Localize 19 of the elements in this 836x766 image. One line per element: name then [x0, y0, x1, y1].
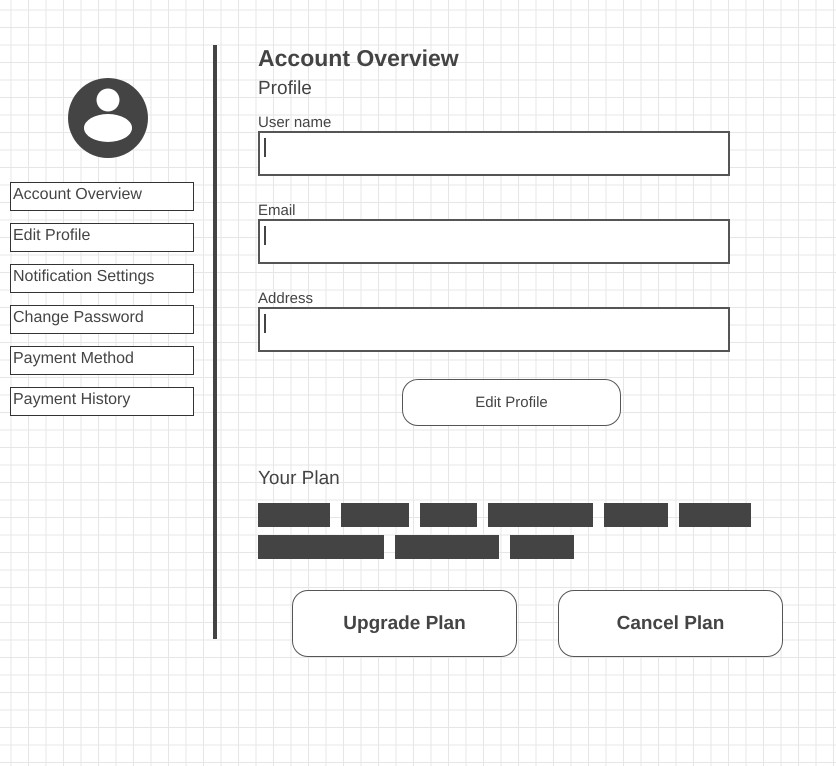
sidebar-item[interactable]: Edit Profile — [10, 223, 194, 252]
field-label: Email — [258, 202, 296, 219]
page-title: Account Overview — [258, 44, 460, 72]
input-field[interactable] — [258, 307, 730, 352]
edit-profile-button[interactable]: Edit Profile — [402, 379, 621, 426]
sidebar-item[interactable]: Notification Settings — [10, 264, 194, 293]
sidebar-item[interactable]: Payment History — [10, 387, 194, 416]
sidebar-item[interactable]: Payment Method — [10, 346, 194, 375]
cancel-plan-button[interactable]: Cancel Plan — [558, 590, 783, 657]
sidebar-item[interactable]: Change Password — [10, 305, 194, 334]
field-label: Address — [258, 290, 314, 307]
input-field[interactable] — [258, 131, 730, 176]
avatar-icon — [67, 77, 149, 159]
sidebar-item[interactable]: Account Overview — [10, 182, 194, 211]
section-heading: Your Plan — [258, 468, 341, 490]
upgrade-plan-button[interactable]: Upgrade Plan — [292, 590, 517, 657]
section-heading: Profile — [258, 78, 313, 100]
field-label: User name — [258, 114, 332, 131]
input-field[interactable] — [258, 219, 730, 264]
